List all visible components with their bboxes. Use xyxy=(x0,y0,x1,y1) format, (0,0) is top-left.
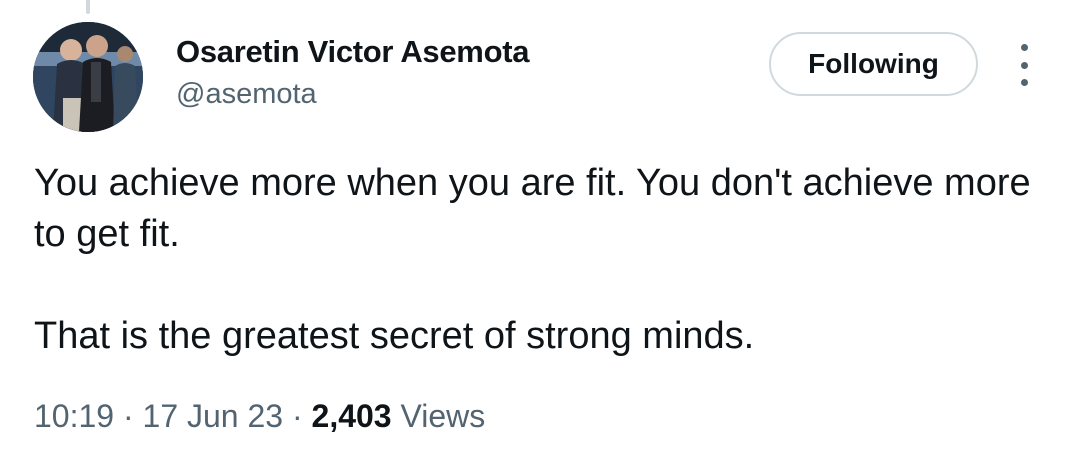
tweet-time[interactable]: 10:19 xyxy=(34,398,114,434)
more-dot xyxy=(1020,44,1028,51)
views-label: Views xyxy=(400,398,486,434)
more-dot xyxy=(1020,61,1028,69)
avatar-photo xyxy=(33,22,143,132)
tweet-text: You achieve more when you are fit. You d… xyxy=(34,158,1044,362)
views-count: 2,403 xyxy=(311,398,392,434)
meta-separator: · xyxy=(291,398,303,434)
more-options-icon[interactable] xyxy=(1012,44,1036,86)
author-display-name[interactable]: Osaretin Victor Asemota xyxy=(176,34,529,70)
tweet-meta: 10:19 · 17 Jun 23 · 2,403 Views xyxy=(34,398,485,435)
thread-connector-line xyxy=(86,0,90,14)
following-button[interactable]: Following xyxy=(769,32,978,96)
avatar[interactable] xyxy=(33,22,143,132)
tweet-paragraph: That is the greatest secret of strong mi… xyxy=(34,315,755,357)
tweet-date[interactable]: 17 Jun 23 xyxy=(143,398,284,434)
author-handle[interactable]: @asemota xyxy=(176,78,317,111)
more-dot xyxy=(1020,79,1028,86)
tweet-paragraph: You achieve more when you are fit. You d… xyxy=(34,162,1031,255)
meta-separator: · xyxy=(122,398,134,434)
